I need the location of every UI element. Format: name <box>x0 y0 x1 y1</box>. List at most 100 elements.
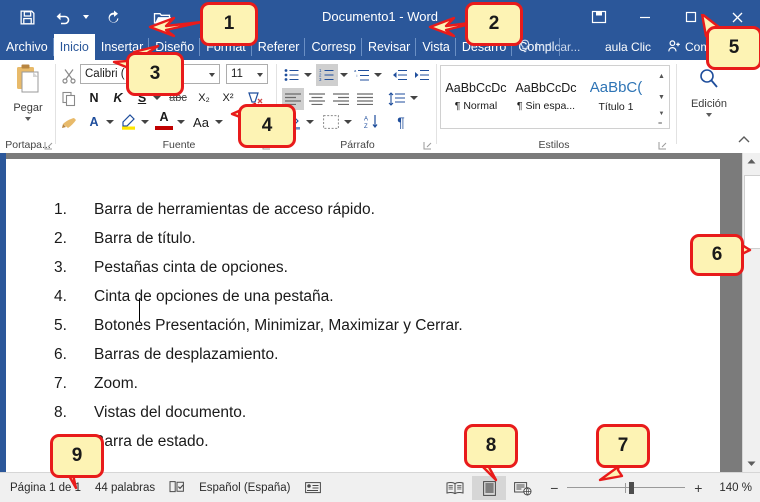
proofing-errors-icon[interactable] <box>169 480 185 497</box>
list-text: Zoom. <box>94 369 138 398</box>
line-spacing-button[interactable] <box>386 88 408 110</box>
tab-referencias[interactable]: Referer <box>252 34 306 60</box>
share-person-icon <box>667 39 681 56</box>
tab-archivo[interactable]: Archivo <box>0 34 54 60</box>
list-item: 1. Barra de herramientas de acceso rápid… <box>54 195 674 224</box>
font-size-dropdown-icon[interactable] <box>257 73 263 77</box>
text-highlight-dropdown-icon[interactable] <box>140 117 150 127</box>
title-bar: Documento1 - Word <box>0 0 760 34</box>
collapse-ribbon-icon[interactable] <box>735 130 753 148</box>
list-text: Vistas del documento. <box>94 398 246 427</box>
list-number: 3. <box>54 253 94 282</box>
align-right-button[interactable] <box>330 88 352 110</box>
copy-icon[interactable] <box>58 89 80 109</box>
callout-5: 5 <box>706 26 760 70</box>
svg-text:3: 3 <box>319 77 322 82</box>
document-text: 1. Barra de herramientas de acceso rápid… <box>54 195 674 456</box>
bullets-dropdown-icon[interactable] <box>303 70 313 80</box>
styles-scroll-up-icon[interactable]: ▲ <box>654 66 669 87</box>
list-number: 4. <box>54 282 94 311</box>
style-sin-espaciado[interactable]: AaBbCcDc ¶ Sin espa... <box>511 66 581 126</box>
show-marks-button[interactable]: ¶ <box>390 112 412 132</box>
font-name-dropdown-icon[interactable] <box>209 73 215 77</box>
list-item: 4. Cinta de opciones de una pestaña. <box>54 282 674 311</box>
word-count[interactable]: 44 palabras <box>95 482 155 494</box>
format-painter-icon[interactable] <box>58 112 80 132</box>
scroll-down-icon[interactable] <box>743 455 760 472</box>
increase-indent-button[interactable] <box>412 65 432 85</box>
group-separator-4 <box>676 64 677 144</box>
zoom-level[interactable]: 140 % <box>719 482 752 494</box>
tab-correspondencia[interactable]: Corresp <box>305 34 361 60</box>
language-indicator[interactable]: Español (España) <box>199 482 290 494</box>
decrease-indent-button[interactable] <box>390 65 410 85</box>
zoom-in-button[interactable]: + <box>692 480 704 496</box>
line-spacing-dropdown-icon[interactable] <box>409 93 419 103</box>
font-color-dropdown-icon[interactable] <box>176 117 186 127</box>
group-separator-1 <box>55 64 56 144</box>
clipboard-dialog-launcher[interactable] <box>44 141 53 150</box>
minimize-icon[interactable] <box>622 0 668 34</box>
styles-dialog-launcher[interactable] <box>658 141 667 150</box>
font-color-button[interactable]: A <box>154 108 174 126</box>
multilevel-dropdown-icon[interactable] <box>373 70 383 80</box>
bold-button[interactable]: N <box>84 88 104 108</box>
document-area: 1. Barra de herramientas de acceso rápid… <box>0 153 760 472</box>
change-case-button[interactable]: Aa <box>188 112 214 132</box>
subscript-button[interactable]: X₂ <box>194 88 214 108</box>
borders-button[interactable] <box>320 112 342 132</box>
ribbon-display-options-icon[interactable] <box>576 0 622 34</box>
sort-button[interactable]: AZ <box>360 112 382 132</box>
zoom-control: − + 140 % <box>548 480 752 496</box>
vertical-scrollbar[interactable] <box>742 153 760 472</box>
justify-button[interactable] <box>354 88 376 110</box>
align-center-button[interactable] <box>306 88 328 110</box>
zoom-out-button[interactable]: − <box>548 480 560 496</box>
styles-more-icon[interactable]: ▼‗ <box>654 107 669 128</box>
callout-8: 8 <box>464 424 518 468</box>
list-number: 2. <box>54 224 94 253</box>
style-preview: AaBbCcDc <box>445 81 506 95</box>
macro-recording-icon[interactable] <box>305 480 321 497</box>
paste-icon <box>13 64 43 101</box>
paste-dropdown-icon[interactable] <box>25 117 31 121</box>
user-account-name[interactable]: aula Clic <box>605 34 651 60</box>
scroll-up-icon[interactable] <box>743 153 760 170</box>
editing-dropdown-icon[interactable] <box>706 113 712 117</box>
tab-revisar[interactable]: Revisar <box>362 34 416 60</box>
cut-icon[interactable] <box>58 66 80 86</box>
paragraph-dialog-launcher[interactable] <box>423 141 432 150</box>
callout-2: 2 <box>465 2 523 46</box>
text-effects-dropdown-icon[interactable] <box>105 117 115 127</box>
font-size-combo[interactable]: 11 <box>226 64 268 84</box>
paste-button[interactable]: Pegar <box>6 64 50 121</box>
list-text: Cinta de opciones de una pestaña. <box>94 282 334 311</box>
tab-inicio[interactable]: Inicio <box>54 34 95 60</box>
editing-button[interactable]: Edición <box>688 66 730 117</box>
multilevel-list-button[interactable]: ai <box>352 65 372 85</box>
numbering-dropdown-icon[interactable] <box>339 70 349 80</box>
style-preview: AaBbC( <box>590 79 643 96</box>
styles-scroll-down-icon[interactable]: ▼ <box>654 87 669 108</box>
shading-dropdown-icon[interactable] <box>305 117 315 127</box>
italic-button[interactable]: K <box>108 88 128 108</box>
list-item: 5. Botones Presentación, Minimizar, Maxi… <box>54 311 674 340</box>
magnifier-icon <box>696 66 722 97</box>
tell-me-box[interactable]: Indicar... <box>519 34 580 60</box>
style-normal[interactable]: AaBbCcDc ¶ Normal <box>441 66 511 126</box>
group-label-styles: Estilos <box>438 139 670 151</box>
svg-text:A: A <box>364 117 368 123</box>
bullets-button[interactable] <box>282 65 302 85</box>
list-item: 2. Barra de título. <box>54 224 674 253</box>
style-name: ¶ Normal <box>455 100 497 112</box>
callout-9: 9 <box>50 434 104 478</box>
style-titulo-1[interactable]: AaBbC( Título 1 <box>581 66 651 126</box>
borders-dropdown-icon[interactable] <box>343 117 353 127</box>
text-highlight-icon[interactable] <box>118 110 140 132</box>
text-effects-button[interactable]: A <box>84 112 104 132</box>
list-item: 9. Barra de estado. <box>54 427 674 456</box>
list-number: 7. <box>54 369 94 398</box>
list-text: Pestañas cinta de opciones. <box>94 253 288 282</box>
numbering-button[interactable]: 123 <box>316 64 338 86</box>
group-clipboard: Pegar Portapa... <box>0 60 56 153</box>
